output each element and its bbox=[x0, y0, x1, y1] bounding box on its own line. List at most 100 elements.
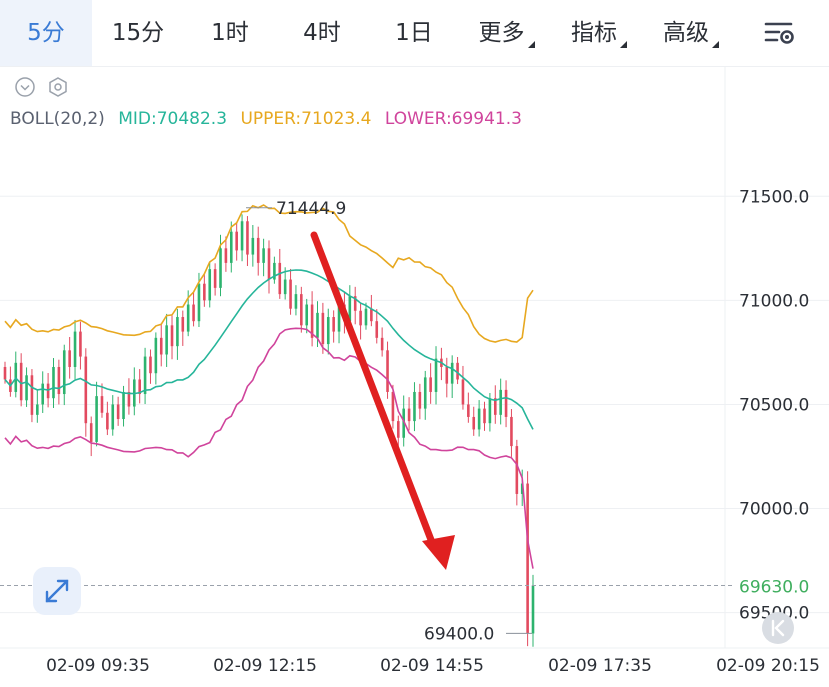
tab-6[interactable]: 指标 bbox=[553, 0, 645, 66]
candle-body bbox=[3, 366, 7, 380]
candle-body bbox=[127, 391, 131, 407]
candle-body bbox=[332, 317, 335, 332]
candle-body bbox=[397, 421, 400, 438]
candle-body bbox=[531, 585, 535, 634]
candle-body bbox=[289, 279, 292, 309]
candle-body bbox=[461, 379, 465, 405]
tab-7[interactable]: 高级 bbox=[645, 0, 737, 66]
candle-body bbox=[434, 358, 438, 392]
candle-body bbox=[262, 248, 265, 263]
candle-body bbox=[170, 325, 174, 347]
tab-label: 15分 bbox=[111, 20, 165, 46]
candle-body bbox=[477, 408, 481, 430]
candle-body bbox=[176, 317, 179, 347]
settings-sliders-icon bbox=[764, 22, 794, 44]
tab-1[interactable]: 15分 bbox=[92, 0, 184, 66]
candle-body bbox=[246, 221, 249, 255]
expand-arrows-icon bbox=[45, 579, 69, 603]
candle-body bbox=[294, 294, 298, 309]
tab-label: 4时 bbox=[303, 20, 341, 46]
y-tick-label: 71500.0 bbox=[739, 187, 809, 207]
candle-body bbox=[95, 396, 98, 442]
high-price-label: 71444.9 bbox=[276, 199, 346, 219]
candle-body bbox=[413, 391, 416, 422]
candle-body bbox=[450, 362, 454, 384]
candle-body bbox=[391, 391, 395, 422]
y-tick-label: 70500.0 bbox=[739, 395, 809, 415]
candle-body bbox=[321, 312, 325, 345]
back-to-latest-icon bbox=[771, 619, 785, 637]
candle-body bbox=[106, 412, 109, 430]
candle-body bbox=[343, 304, 346, 322]
candle-body bbox=[224, 248, 228, 263]
candle-body bbox=[359, 310, 362, 326]
candle-body bbox=[19, 362, 23, 401]
candle-body bbox=[116, 404, 120, 420]
current-price-label: 69630.0 bbox=[739, 578, 809, 598]
back-to-latest-button[interactable] bbox=[762, 612, 794, 644]
candle-body bbox=[456, 362, 459, 380]
hexagon-gear-icon[interactable] bbox=[47, 76, 69, 98]
x-tick-label: 02-09 12:15 bbox=[213, 656, 317, 676]
candle-body bbox=[197, 283, 201, 322]
boll-name: BOLL(20,2) bbox=[10, 109, 105, 129]
tab-5[interactable]: 更多 bbox=[460, 0, 553, 66]
expand-button[interactable] bbox=[33, 567, 81, 615]
chevron-circle-icon[interactable] bbox=[14, 76, 36, 98]
candle-body bbox=[52, 366, 55, 399]
candle-body bbox=[510, 416, 513, 447]
candle-body bbox=[326, 317, 330, 345]
candle-body bbox=[267, 248, 271, 280]
candle-body bbox=[41, 383, 45, 405]
tab-label: 5分 bbox=[27, 20, 65, 46]
candle-body bbox=[30, 375, 34, 415]
candle-body bbox=[418, 391, 422, 409]
x-tick-label: 02-09 17:35 bbox=[548, 656, 652, 676]
tab-2[interactable]: 1时 bbox=[184, 0, 276, 66]
candle-body bbox=[229, 231, 233, 263]
candle-body bbox=[445, 366, 449, 384]
tab-0[interactable]: 5分 bbox=[0, 0, 92, 66]
candle-body bbox=[273, 262, 276, 280]
candle-body bbox=[57, 366, 61, 395]
candle-body bbox=[251, 237, 255, 255]
candle-body bbox=[138, 379, 141, 395]
candle-body bbox=[440, 358, 443, 367]
tab-4[interactable]: 1日 bbox=[368, 0, 460, 66]
candle-body bbox=[181, 317, 185, 332]
boll-lower: LOWER:69941.3 bbox=[384, 109, 522, 129]
trend-arrow-head bbox=[422, 535, 455, 570]
x-tick-label: 02-09 20:15 bbox=[716, 656, 820, 676]
candle-body bbox=[337, 304, 341, 332]
candle-body bbox=[62, 350, 66, 395]
candle-body bbox=[300, 294, 303, 326]
candle-body bbox=[36, 404, 39, 415]
candle-body bbox=[149, 356, 152, 374]
boll-lower-line bbox=[4, 327, 534, 569]
dropdown-caret-icon bbox=[712, 41, 719, 48]
candle-body bbox=[467, 404, 470, 417]
boll-mid: MID:70482.3 bbox=[118, 109, 228, 129]
candle-body bbox=[429, 377, 432, 392]
candle-body bbox=[305, 304, 309, 326]
trend-arrow-shaft bbox=[310, 231, 437, 549]
candle-body bbox=[348, 296, 352, 322]
candle-body bbox=[386, 350, 389, 392]
tab-3[interactable]: 4时 bbox=[276, 0, 368, 66]
dropdown-caret-icon bbox=[527, 41, 535, 48]
candle-body bbox=[353, 296, 357, 311]
candle-body bbox=[483, 408, 486, 424]
candlestick-chart[interactable]: 71444.9 69400.0 69630.0 71500.0 71000.0 70500… bbox=[0, 0, 829, 687]
boll-upper-line bbox=[4, 204, 534, 343]
candle-body bbox=[208, 269, 212, 301]
settings-button[interactable] bbox=[755, 12, 805, 54]
candle-body bbox=[235, 231, 238, 251]
y-tick-label: 70000.0 bbox=[739, 500, 809, 520]
candle-body bbox=[73, 331, 77, 367]
candle-body bbox=[488, 398, 492, 424]
candle-body bbox=[380, 337, 384, 351]
candle-body bbox=[143, 356, 147, 395]
candle-body bbox=[278, 262, 282, 295]
candle-body bbox=[520, 483, 524, 494]
boll-legend: BOLL(20,2) MID:70482.3 UPPER:71023.4 LOW… bbox=[10, 109, 530, 129]
